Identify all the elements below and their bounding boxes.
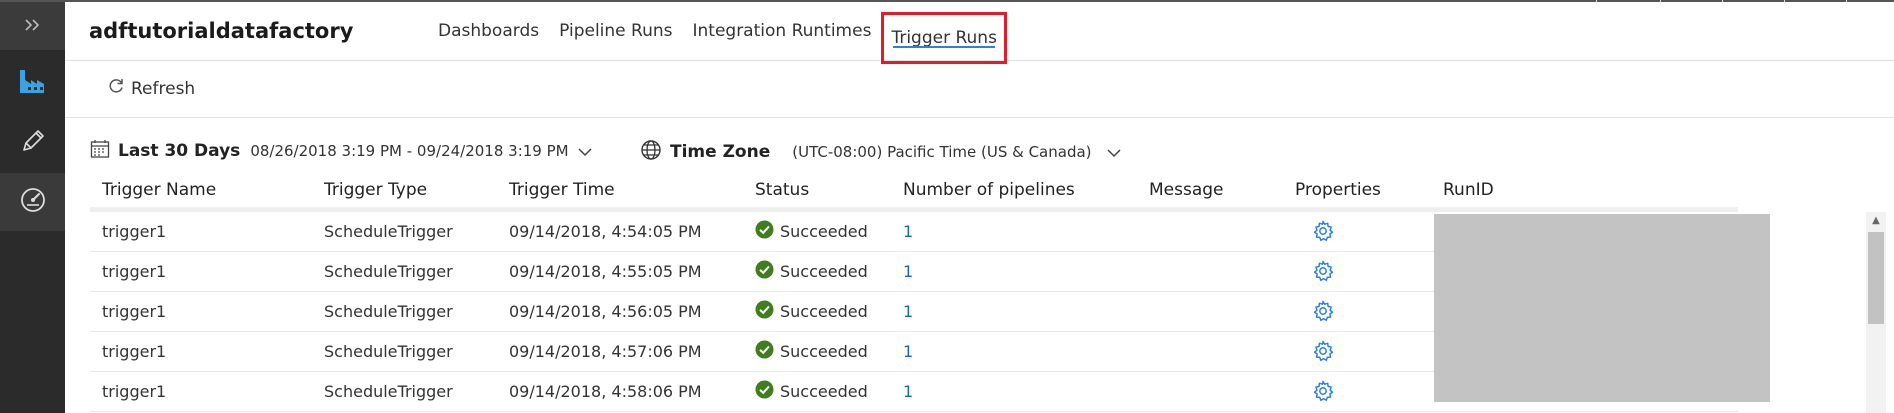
column-header-message[interactable]: Message <box>1149 180 1224 200</box>
success-check-icon <box>755 220 774 243</box>
window-top-separator <box>1784 0 1785 2</box>
left-rail <box>0 2 65 413</box>
window-top-separator <box>1722 0 1723 2</box>
cell-trigger-time: 09/14/2018, 4:56:05 PM <box>509 302 702 321</box>
properties-gear-icon[interactable] <box>1312 340 1334 366</box>
status-label: Succeeded <box>780 222 868 241</box>
rail-monitor-button[interactable] <box>0 173 65 231</box>
properties-gear-icon[interactable] <box>1312 380 1334 406</box>
pencil-icon <box>20 128 46 158</box>
cell-status: Succeeded <box>755 300 868 323</box>
expand-chevrons-icon <box>24 17 42 36</box>
date-range-label: Last 30 Days <box>118 141 241 161</box>
success-check-icon <box>755 300 774 323</box>
chevron-down-icon <box>577 142 593 161</box>
column-header-properties[interactable]: Properties <box>1295 180 1381 200</box>
refresh-label: Refresh <box>131 78 196 99</box>
cell-trigger-name: trigger1 <box>102 302 167 321</box>
cell-number-of-pipelines-link[interactable]: 1 <box>903 342 913 361</box>
vertical-scrollbar[interactable]: ▲ <box>1866 212 1886 413</box>
properties-gear-icon[interactable] <box>1312 300 1334 326</box>
status-label: Succeeded <box>780 262 868 281</box>
filter-bar: Last 30 Days 08/26/2018 3:19 PM - 09/24/… <box>65 134 1894 168</box>
window-top-separator <box>1596 0 1597 2</box>
properties-gear-icon[interactable] <box>1312 260 1334 286</box>
expand-rail-button[interactable] <box>0 2 65 50</box>
scroll-thumb[interactable] <box>1868 232 1884 324</box>
rail-author-factory-button[interactable] <box>0 54 65 112</box>
window-top-separator <box>1846 0 1847 2</box>
tab-integration-runtimes[interactable]: Integration Runtimes <box>682 2 881 60</box>
success-check-icon <box>755 340 774 363</box>
date-range-value: 08/26/2018 3:19 PM - 09/24/2018 3:19 PM <box>250 142 569 160</box>
toolbar: Refresh <box>65 61 1894 118</box>
cell-trigger-type: ScheduleTrigger <box>324 222 453 241</box>
globe-icon <box>640 139 662 165</box>
column-header-status[interactable]: Status <box>755 180 809 200</box>
cell-number-of-pipelines-link[interactable]: 1 <box>903 262 913 281</box>
tab-dashboards[interactable]: Dashboards <box>428 2 549 60</box>
success-check-icon <box>755 260 774 283</box>
cell-trigger-type: ScheduleTrigger <box>324 302 453 321</box>
status-label: Succeeded <box>780 302 868 321</box>
status-label: Succeeded <box>780 342 868 361</box>
cell-number-of-pipelines-link[interactable]: 1 <box>903 302 913 321</box>
column-header-runid[interactable]: RunID <box>1443 180 1494 200</box>
table-header: Trigger Name Trigger Type Trigger Time S… <box>90 175 1738 212</box>
tab-pipeline-runs[interactable]: Pipeline Runs <box>549 2 682 60</box>
cell-trigger-type: ScheduleTrigger <box>324 342 453 361</box>
timezone-value: (UTC-08:00) Pacific Time (US & Canada) <box>792 143 1092 161</box>
cell-number-of-pipelines-link[interactable]: 1 <box>903 222 913 241</box>
top-nav: Dashboards Pipeline Runs Integration Run… <box>428 2 1007 64</box>
column-header-trigger-type[interactable]: Trigger Type <box>324 180 427 200</box>
header-bar: adftutorialdatafactory Dashboards Pipeli… <box>65 2 1894 64</box>
scroll-up-arrow-icon[interactable]: ▲ <box>1866 212 1886 228</box>
cell-trigger-type: ScheduleTrigger <box>324 382 453 401</box>
timezone-label: Time Zone <box>670 142 771 162</box>
cell-status: Succeeded <box>755 380 868 403</box>
rail-edit-button[interactable] <box>0 114 65 172</box>
cell-trigger-name: trigger1 <box>102 262 167 281</box>
cell-trigger-name: trigger1 <box>102 222 167 241</box>
cell-status: Succeeded <box>755 220 868 243</box>
chevron-down-icon <box>1106 143 1122 162</box>
monitor-gauge-icon <box>19 186 47 218</box>
window-top-separator <box>1660 0 1661 2</box>
cell-trigger-time: 09/14/2018, 4:55:05 PM <box>509 262 702 281</box>
runid-redacted-block <box>1434 214 1770 402</box>
cell-number-of-pipelines-link[interactable]: 1 <box>903 382 913 401</box>
calendar-icon <box>90 139 110 163</box>
success-check-icon <box>755 380 774 403</box>
properties-gear-icon[interactable] <box>1312 220 1334 246</box>
status-label: Succeeded <box>780 382 868 401</box>
factory-icon <box>18 67 48 99</box>
cell-trigger-time: 09/14/2018, 4:54:05 PM <box>509 222 702 241</box>
refresh-icon <box>107 77 125 100</box>
date-range-filter[interactable]: Last 30 Days 08/26/2018 3:19 PM - 09/24/… <box>90 139 593 163</box>
cell-trigger-name: trigger1 <box>102 382 167 401</box>
column-header-trigger-name[interactable]: Trigger Name <box>102 180 216 200</box>
cell-trigger-time: 09/14/2018, 4:57:06 PM <box>509 342 702 361</box>
cell-trigger-time: 09/14/2018, 4:58:06 PM <box>509 382 702 401</box>
app-title: adftutorialdatafactory <box>89 19 354 43</box>
cell-trigger-name: trigger1 <box>102 342 167 361</box>
cell-trigger-type: ScheduleTrigger <box>324 262 453 281</box>
column-header-number-of-pipelines[interactable]: Number of pipelines <box>903 180 1075 200</box>
cell-status: Succeeded <box>755 340 868 363</box>
refresh-button[interactable]: Refresh <box>107 77 195 100</box>
column-header-trigger-time[interactable]: Trigger Time <box>509 180 615 200</box>
tab-trigger-runs[interactable]: Trigger Runs <box>881 12 1007 64</box>
cell-status: Succeeded <box>755 260 868 283</box>
timezone-filter[interactable]: Time Zone (UTC-08:00) Pacific Time (US &… <box>640 139 1122 165</box>
